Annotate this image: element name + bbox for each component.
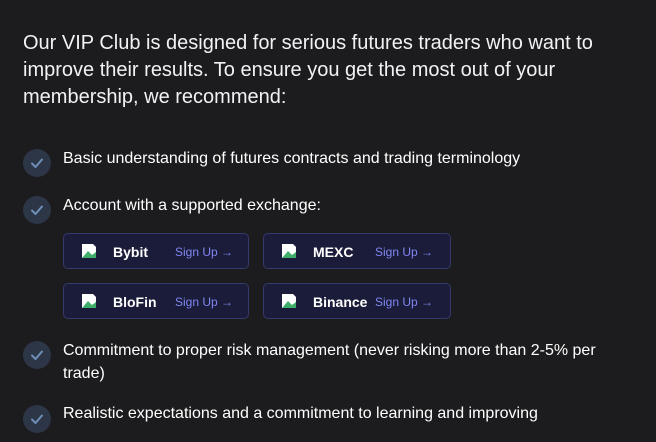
exchange-button-binance[interactable]: Binance Sign Up → xyxy=(263,283,451,319)
broken-image-icon xyxy=(282,294,296,308)
broken-image-icon xyxy=(82,294,96,308)
intro-paragraph: Our VIP Club is designed for serious fut… xyxy=(23,32,593,108)
sign-up-link[interactable]: Sign Up → xyxy=(375,294,433,310)
sign-up-link[interactable]: Sign Up → xyxy=(175,244,233,260)
requirement-text: Commitment to proper risk management (ne… xyxy=(63,342,596,382)
sign-up-link[interactable]: Sign Up → xyxy=(375,244,433,260)
requirement-text: Basic understanding of futures contracts… xyxy=(63,150,521,167)
requirement-text: Realistic expectations and a commitment … xyxy=(63,405,538,422)
check-icon xyxy=(23,196,51,224)
exchange-button-mexc[interactable]: MEXC Sign Up → xyxy=(263,233,451,269)
requirement-text: Account with a supported exchange: xyxy=(63,197,321,214)
exchange-button-blofin[interactable]: BloFin Sign Up → xyxy=(63,283,249,319)
exchange-name: BloFin xyxy=(113,294,157,310)
exchange-name: Binance xyxy=(313,294,368,310)
broken-image-icon xyxy=(282,244,296,258)
check-icon xyxy=(23,149,51,177)
check-icon xyxy=(23,341,51,369)
broken-image-icon xyxy=(82,244,96,258)
sign-up-link[interactable]: Sign Up → xyxy=(175,294,233,310)
exchange-button-bybit[interactable]: Bybit Sign Up → xyxy=(63,233,249,269)
exchange-name: Bybit xyxy=(113,244,148,260)
check-icon xyxy=(23,405,51,433)
exchange-name: MEXC xyxy=(313,244,354,260)
